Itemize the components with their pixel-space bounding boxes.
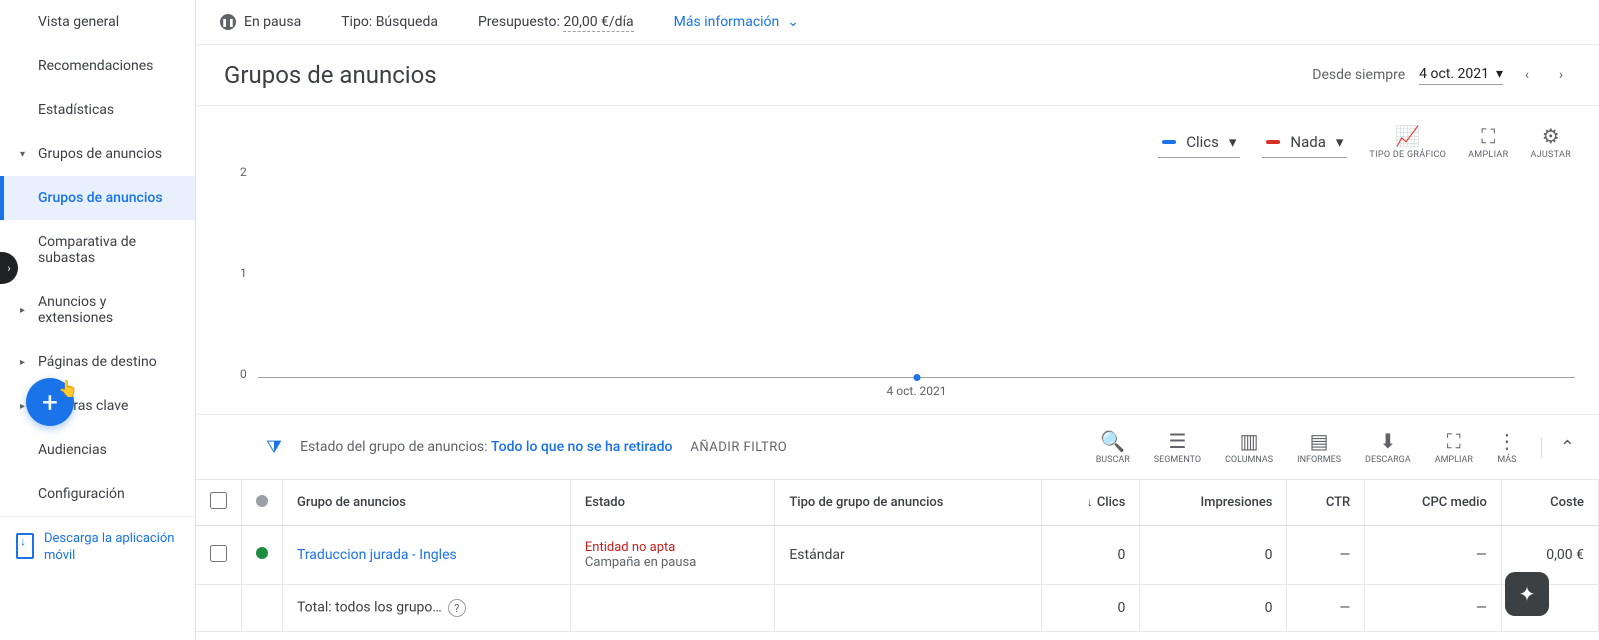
nav-adgroups[interactable]: Grupos de anuncios	[0, 176, 195, 220]
nav-overview[interactable]: Vista general	[0, 0, 195, 44]
chart-plot: 2 1 0 4 oct. 2021	[244, 168, 1575, 378]
more-info-toggle[interactable]: Más información ⌄	[674, 14, 799, 30]
col-state[interactable]: Estado	[570, 480, 774, 526]
filter-chip[interactable]: Estado del grupo de anuncios: Todo lo qu…	[300, 439, 672, 455]
chart-type-button[interactable]: 📈 TIPO DE GRÁFICO	[1369, 124, 1446, 160]
date-range-label: Desde siempre	[1312, 67, 1405, 83]
expand-icon: ⛶	[1447, 429, 1461, 453]
metric-2-selector[interactable]: Nada▾	[1262, 127, 1347, 158]
state-error: Entidad no apta	[585, 540, 760, 555]
cell-ctr: —	[1287, 526, 1365, 585]
nav-ads-extensions[interactable]: Anuncios y extensiones	[0, 280, 195, 340]
search-icon: 🔍	[1100, 429, 1125, 453]
status-dot	[256, 547, 268, 559]
date-range-picker[interactable]: Desde siempre 4 oct. 2021 ▾ ‹ ›	[1312, 65, 1571, 85]
chart-line-icon: 📈	[1395, 124, 1420, 148]
expand-icon: ⛶	[1481, 124, 1495, 148]
col-cpc[interactable]: CPC medio	[1365, 480, 1502, 526]
adgroups-table: Grupo de anuncios Estado Tipo de grupo d…	[196, 480, 1599, 632]
table-toolbar: ⧩ Estado del grupo de anuncios: Todo lo …	[196, 414, 1599, 480]
chart-adjust-button[interactable]: ⚙ AJUSTAR	[1530, 124, 1571, 160]
pause-icon: ❚❚	[220, 14, 236, 30]
cell-impr: 0	[1140, 526, 1287, 585]
metric-2-color	[1266, 140, 1280, 144]
main-content: ❚❚ En pausa Tipo: Búsqueda Presupuesto: …	[196, 0, 1599, 640]
chevron-down-icon: ⌄	[787, 14, 799, 30]
col-cost[interactable]: Coste	[1501, 480, 1598, 526]
date-prev-button[interactable]: ‹	[1517, 65, 1537, 85]
status-text: En pausa	[244, 14, 301, 30]
col-ctr[interactable]: CTR	[1287, 480, 1365, 526]
sliders-icon: ⚙	[1542, 124, 1560, 148]
download-icon: ⬇	[1379, 429, 1396, 453]
select-all-checkbox[interactable]	[210, 492, 227, 509]
col-impressions[interactable]: Impresiones	[1140, 480, 1287, 526]
more-button[interactable]: ⋮MÁS	[1497, 429, 1517, 465]
columns-button[interactable]: ▥COLUMNAS	[1225, 429, 1273, 465]
date-next-button[interactable]: ›	[1551, 65, 1571, 85]
segment-button[interactable]: ☰SEGMENTO	[1154, 429, 1201, 465]
download-button[interactable]: ⬇DESCARGA	[1365, 429, 1411, 465]
col-type[interactable]: Tipo de grupo de anuncios	[775, 480, 1042, 526]
cell-clicks: 0	[1042, 526, 1140, 585]
page-title: Grupos de anuncios	[224, 61, 437, 89]
data-point	[913, 374, 920, 381]
dropdown-icon: ▾	[1336, 133, 1344, 151]
nav-adgroups-parent[interactable]: Grupos de anuncios	[0, 132, 195, 176]
add-filter-button[interactable]: AÑADIR FILTRO	[690, 440, 787, 455]
cell-type: Estándar	[775, 526, 1042, 585]
sort-desc-icon: ↓	[1087, 495, 1093, 509]
help-icon[interactable]: ?	[448, 599, 466, 617]
x-axis: 4 oct. 2021	[258, 377, 1575, 378]
metric-1-selector[interactable]: Clics▾	[1158, 127, 1240, 158]
y-tick-1: 1	[240, 266, 247, 280]
campaign-status-bar: ❚❚ En pausa Tipo: Búsqueda Presupuesto: …	[196, 0, 1599, 45]
dropdown-icon: ▾	[1229, 133, 1237, 151]
total-label: Total: todos los grupo…	[297, 600, 442, 616]
nav-landing-pages[interactable]: Páginas de destino	[0, 340, 195, 384]
download-app-label: Descarga la aplicación móvil	[44, 531, 179, 565]
more-icon: ⋮	[1497, 429, 1517, 453]
download-app-link[interactable]: Descarga la aplicación móvil	[0, 516, 195, 579]
nav-auction-insights[interactable]: Comparativa de subastas	[0, 220, 195, 280]
y-tick-2: 2	[240, 165, 247, 179]
x-tick-label: 4 oct. 2021	[887, 384, 947, 398]
search-button[interactable]: 🔍BUSCAR	[1096, 429, 1130, 465]
y-tick-0: 0	[240, 367, 247, 381]
nav-stats[interactable]: Estadísticas	[0, 88, 195, 132]
cell-cpc: —	[1365, 526, 1502, 585]
mobile-download-icon	[16, 533, 34, 559]
metric-1-color	[1162, 140, 1176, 144]
col-clicks[interactable]: ↓Clics	[1042, 480, 1140, 526]
nav-recommendations[interactable]: Recomendaciones	[0, 44, 195, 88]
sidebar: Vista general Recomendaciones Estadístic…	[0, 0, 196, 640]
filter-icon[interactable]: ⧩	[266, 437, 282, 458]
status-header-icon	[256, 495, 268, 507]
reports-button[interactable]: ▤INFORMES	[1297, 429, 1341, 465]
nav-audiences[interactable]: Audiencias	[0, 428, 195, 472]
adgroup-link[interactable]: Traduccion jurada - Ingles	[297, 547, 457, 563]
collapse-chart-button[interactable]: ⌃	[1541, 437, 1575, 458]
row-checkbox[interactable]	[210, 545, 227, 562]
assistant-button[interactable]: ✦	[1505, 572, 1549, 616]
state-sub: Campaña en pausa	[585, 555, 760, 570]
campaign-budget[interactable]: Presupuesto: 20,00 €/día	[478, 14, 634, 30]
date-range-value: 4 oct. 2021 ▾	[1419, 66, 1503, 85]
reports-icon: ▤	[1310, 429, 1329, 453]
table-row[interactable]: Traduccion jurada - Ingles Entidad no ap…	[196, 526, 1599, 585]
columns-icon: ▥	[1240, 429, 1259, 453]
table-total-row: Total: todos los grupo…? 0 0 — —	[196, 585, 1599, 632]
segment-icon: ☰	[1168, 429, 1186, 453]
expand-button[interactable]: ⛶AMPLIAR	[1435, 429, 1473, 465]
chart-expand-button[interactable]: ⛶ AMPLIAR	[1468, 124, 1508, 160]
col-group[interactable]: Grupo de anuncios	[283, 480, 571, 526]
nav-settings[interactable]: Configuración	[0, 472, 195, 516]
campaign-type: Tipo: Búsqueda	[341, 14, 438, 30]
status-chip[interactable]: ❚❚ En pausa	[220, 14, 301, 30]
